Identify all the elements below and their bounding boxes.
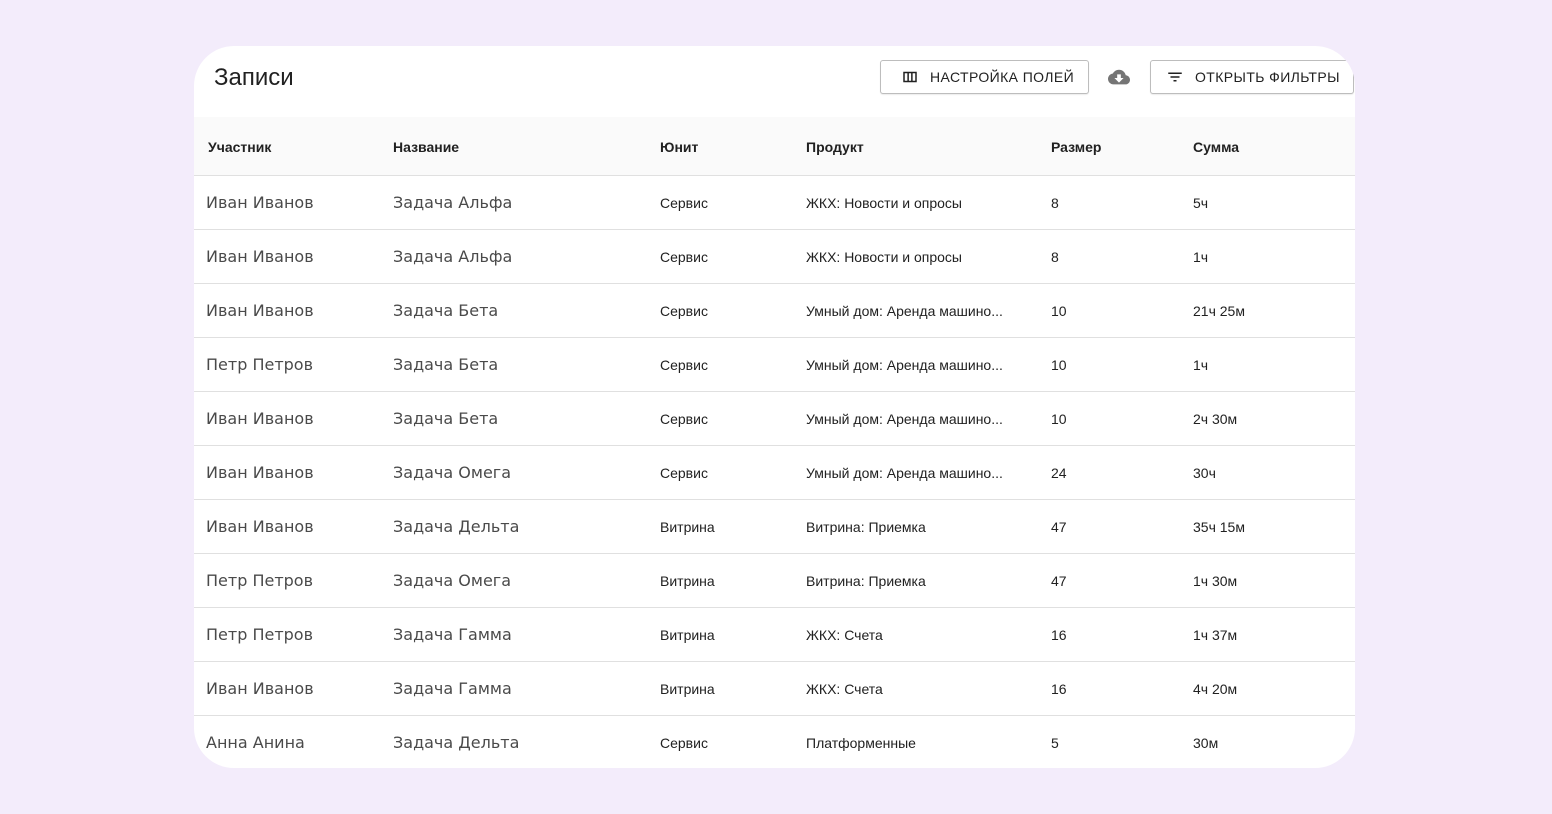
table-row[interactable]: Петр Петров Задача Гамма Витрина ЖКХ: Счета…	[194, 608, 1355, 662]
table-row[interactable]: Иван Иванов Задача Омега Сервис Умный дом: …	[194, 446, 1355, 500]
cell-name: Задача Омега	[393, 463, 511, 482]
cell-unit: Сервис	[660, 249, 708, 265]
cell-member: Иван Иванов	[206, 517, 314, 536]
cloud-download-icon[interactable]	[1108, 68, 1130, 88]
page-title: Записи	[214, 64, 294, 91]
cell-name: Задача Бета	[393, 301, 499, 320]
cell-name: Задача Дельта	[393, 733, 520, 752]
cell-unit: Витрина	[660, 681, 715, 697]
cell-size: 10	[1051, 357, 1067, 373]
table-row[interactable]: Анна Анина Задача Дельта Сервис Платформенн…	[194, 716, 1355, 768]
cell-product: Витрина: Приемка	[806, 519, 926, 535]
cell-name: Задача Бета	[393, 409, 499, 428]
cell-product: Платформенные	[806, 735, 916, 751]
cell-name: Задача Омега	[393, 571, 511, 590]
cell-size: 10	[1051, 411, 1067, 427]
table-header: Участник Название Юнит Продукт Размер Су…	[194, 117, 1355, 176]
cell-size: 16	[1051, 627, 1067, 643]
cell-sum: 1ч	[1193, 357, 1209, 373]
cell-sum: 2ч 30м	[1193, 411, 1238, 427]
filter-list-icon	[1166, 68, 1184, 86]
cell-size: 8	[1051, 249, 1059, 265]
cell-unit: Сервис	[660, 465, 708, 481]
cell-member: Иван Иванов	[206, 409, 314, 428]
cell-sum: 4ч 20м	[1193, 681, 1238, 697]
cell-product: ЖКХ: Новости и опросы	[806, 249, 962, 265]
column-header-name[interactable]: Название	[393, 117, 633, 175]
cell-member: Петр Петров	[206, 355, 314, 374]
cell-sum: 30ч	[1193, 465, 1216, 481]
cell-member: Иван Иванов	[206, 679, 314, 698]
cell-member: Иван Иванов	[206, 301, 314, 320]
column-header-member[interactable]: Участник	[208, 117, 378, 175]
cell-sum: 1ч	[1193, 249, 1209, 265]
cell-name: Задача Гамма	[393, 679, 512, 698]
cell-name: Задача Бета	[393, 355, 499, 374]
column-header-sum[interactable]: Сумма	[1193, 117, 1343, 175]
toolbar: Записи НАСТРОЙКА ПОЛЕЙ ОТКРЫТЬ ФИЛЬТРЫ	[194, 46, 1355, 117]
cell-name: Задача Дельта	[393, 517, 520, 536]
cell-size: 47	[1051, 573, 1067, 589]
cell-unit: Витрина	[660, 519, 715, 535]
cell-name: Задача Гамма	[393, 625, 512, 644]
column-header-unit[interactable]: Юнит	[660, 117, 780, 175]
cell-member: Анна Анина	[206, 733, 305, 752]
cell-sum: 35ч 15м	[1193, 519, 1245, 535]
cell-unit: Сервис	[660, 303, 708, 319]
cell-size: 5	[1051, 735, 1059, 751]
records-card: Записи НАСТРОЙКА ПОЛЕЙ ОТКРЫТЬ ФИЛЬТРЫ У…	[194, 46, 1355, 768]
cell-member: Иван Иванов	[206, 193, 314, 212]
cell-product: ЖКХ: Счета	[806, 681, 883, 697]
cell-product: ЖКХ: Новости и опросы	[806, 195, 962, 211]
column-header-product[interactable]: Продукт	[806, 117, 1013, 175]
cell-size: 10	[1051, 303, 1067, 319]
table-row[interactable]: Иван Иванов Задача Альфа Сервис ЖКХ: Новост…	[194, 230, 1355, 284]
cell-member: Петр Петров	[206, 625, 314, 644]
cell-unit: Сервис	[660, 357, 708, 373]
table-row[interactable]: Иван Иванов Задача Бета Сервис Умный дом: А…	[194, 284, 1355, 338]
cell-unit: Витрина	[660, 627, 715, 643]
cell-sum: 1ч 37м	[1193, 627, 1238, 643]
cell-sum: 21ч 25м	[1193, 303, 1245, 319]
cell-name: Задача Альфа	[393, 193, 513, 212]
cell-sum: 1ч 30м	[1193, 573, 1238, 589]
table-row[interactable]: Петр Петров Задача Омега Витрина Витрина: П…	[194, 554, 1355, 608]
cell-sum: 30м	[1193, 735, 1219, 751]
cell-size: 24	[1051, 465, 1067, 481]
field-settings-label: НАСТРОЙКА ПОЛЕЙ	[930, 69, 1075, 85]
cell-member: Иван Иванов	[206, 247, 314, 266]
open-filters-label: ОТКРЫТЬ ФИЛЬТРЫ	[1195, 69, 1340, 85]
cell-product: Умный дом: Аренда машино...	[806, 465, 1003, 481]
table-row[interactable]: Петр Петров Задача Бета Сервис Умный дом: А…	[194, 338, 1355, 392]
table-row[interactable]: Иван Иванов Задача Бета Сервис Умный дом: А…	[194, 392, 1355, 446]
cell-unit: Сервис	[660, 411, 708, 427]
table-row[interactable]: Иван Иванов Задача Дельта Витрина Витрина: …	[194, 500, 1355, 554]
cell-member: Иван Иванов	[206, 463, 314, 482]
cell-unit: Витрина	[660, 573, 715, 589]
cell-size: 8	[1051, 195, 1059, 211]
cell-name: Задача Альфа	[393, 247, 513, 266]
field-settings-button[interactable]: НАСТРОЙКА ПОЛЕЙ	[880, 60, 1089, 94]
cell-product: Умный дом: Аренда машино...	[806, 357, 1003, 373]
cell-size: 16	[1051, 681, 1067, 697]
cell-sum: 5ч	[1193, 195, 1209, 211]
cell-product: Умный дом: Аренда машино...	[806, 303, 1003, 319]
cell-member: Петр Петров	[206, 571, 314, 590]
cell-product: ЖКХ: Счета	[806, 627, 883, 643]
open-filters-button[interactable]: ОТКРЫТЬ ФИЛЬТРЫ	[1150, 60, 1354, 94]
cell-unit: Сервис	[660, 735, 708, 751]
records-table: Участник Название Юнит Продукт Размер Су…	[194, 117, 1355, 768]
table-row[interactable]: Иван Иванов Задача Гамма Витрина ЖКХ: Счета…	[194, 662, 1355, 716]
cell-unit: Сервис	[660, 195, 708, 211]
table-row[interactable]: Иван Иванов Задача Альфа Сервис ЖКХ: Новост…	[194, 176, 1355, 230]
column-header-size[interactable]: Размер	[1051, 117, 1151, 175]
cell-product: Умный дом: Аренда машино...	[806, 411, 1003, 427]
cell-size: 47	[1051, 519, 1067, 535]
view-column-icon	[901, 68, 919, 86]
table-body: Иван Иванов Задача Альфа Сервис ЖКХ: Новост…	[194, 176, 1355, 768]
cell-product: Витрина: Приемка	[806, 573, 926, 589]
